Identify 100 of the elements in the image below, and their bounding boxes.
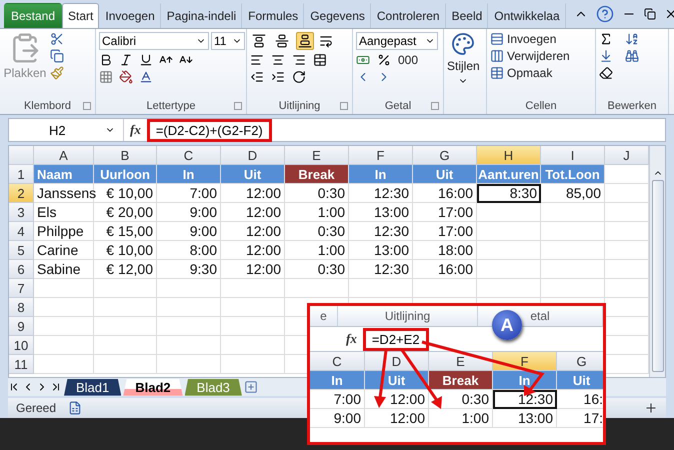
- fill-icon[interactable]: [599, 48, 613, 63]
- sheet-view-icon[interactable]: [68, 401, 82, 416]
- font-color-icon[interactable]: [139, 70, 153, 84]
- styles-button[interactable]: Stijlen: [447, 58, 480, 73]
- styles-icon[interactable]: [451, 32, 476, 56]
- scrollbar-thumb[interactable]: [652, 180, 664, 372]
- wrap-text-icon[interactable]: [319, 34, 333, 48]
- table-cell: Els: [34, 203, 94, 222]
- font-name-dropdown[interactable]: Calibri: [99, 32, 209, 50]
- column-header[interactable]: C: [157, 146, 221, 166]
- help-icon[interactable]: [596, 4, 614, 23]
- table-cell: Carine: [34, 241, 94, 260]
- empty-cell: [94, 336, 157, 356]
- table-cell: 8:00: [157, 241, 221, 260]
- fill-color-icon[interactable]: [119, 70, 133, 84]
- column-header[interactable]: J: [605, 146, 649, 166]
- sort-filter-icon[interactable]: [625, 32, 639, 46]
- group-label: Getal: [353, 97, 443, 114]
- row-header[interactable]: 3: [9, 203, 34, 222]
- bold-icon[interactable]: [99, 52, 113, 67]
- underline-icon[interactable]: [139, 52, 153, 67]
- cells-command[interactable]: Opmaak: [507, 66, 552, 80]
- column-header[interactable]: D: [221, 146, 285, 166]
- find-icon[interactable]: [625, 48, 639, 63]
- row-header[interactable]: 10: [9, 336, 34, 356]
- new-sheet-icon[interactable]: [244, 380, 258, 394]
- clear-icon[interactable]: [599, 66, 613, 80]
- percent-icon[interactable]: [377, 52, 391, 67]
- row-header[interactable]: 8: [9, 298, 34, 318]
- zoom-in-icon[interactable]: [644, 401, 658, 416]
- orientation-icon[interactable]: [292, 70, 306, 84]
- empty-cell: [477, 203, 541, 222]
- row-header[interactable]: 11: [9, 355, 34, 374]
- table-cell: 9:30: [157, 260, 221, 280]
- row-header[interactable]: 7: [9, 279, 34, 298]
- last-sheet-icon[interactable]: [50, 381, 62, 394]
- file-tab[interactable]: Bestand: [4, 2, 62, 28]
- format-painter-icon[interactable]: [50, 66, 64, 80]
- align-center-icon[interactable]: [271, 52, 285, 67]
- column-header[interactable]: E: [285, 146, 349, 166]
- name-box[interactable]: H2: [9, 119, 124, 142]
- number-format-dropdown[interactable]: Aangepast: [356, 32, 438, 50]
- cells-command[interactable]: Invoegen: [507, 32, 556, 46]
- restore-icon[interactable]: [644, 8, 656, 20]
- first-sheet-icon[interactable]: [8, 381, 20, 394]
- row-header[interactable]: 4: [9, 222, 34, 242]
- row-header[interactable]: 5: [9, 241, 34, 260]
- table-cell: 8:30: [477, 184, 541, 204]
- ribbon-tab[interactable]: Start: [62, 2, 100, 28]
- borders-icon[interactable]: [99, 70, 113, 84]
- formula-text[interactable]: =D2+E2: [362, 328, 429, 350]
- align-left-icon[interactable]: [250, 52, 264, 67]
- align-top-icon[interactable]: [252, 34, 266, 48]
- header-cell: In: [157, 165, 221, 184]
- table-cell: 16:: [557, 390, 603, 409]
- function-label[interactable]: fx: [340, 331, 363, 347]
- increase-indent-icon[interactable]: [271, 70, 285, 84]
- header-cell: In: [310, 371, 365, 390]
- callout-badge: A: [492, 310, 522, 340]
- column-header: E: [429, 352, 493, 371]
- table-cell: € 15,00: [94, 222, 157, 242]
- function-label[interactable]: fx: [124, 122, 147, 138]
- sheet-tab[interactable]: Blad1: [64, 378, 122, 396]
- group-label: Klembord: [0, 97, 95, 114]
- row-header[interactable]: 1: [9, 165, 34, 184]
- column-header[interactable]: G: [413, 146, 477, 166]
- status-text: Gereed: [16, 401, 56, 416]
- sheet-tab[interactable]: Blad2: [123, 378, 183, 396]
- empty-cell: [94, 317, 157, 336]
- header-cell: Uurloon: [94, 165, 157, 184]
- column-header: C: [310, 352, 365, 371]
- table-cell: 7:00: [157, 184, 221, 204]
- formula-text[interactable]: =(D2-C2)+(G2-F2): [146, 118, 272, 142]
- insert-cells-icon[interactable]: [490, 32, 504, 46]
- column-header: G: [557, 352, 603, 371]
- header-cell: Uit: [221, 165, 285, 184]
- align-bottom-icon[interactable]: [298, 34, 312, 48]
- row-header[interactable]: 9: [9, 317, 34, 336]
- sheet-tab[interactable]: Blad3: [184, 378, 242, 396]
- autosum-icon[interactable]: [599, 32, 613, 46]
- thousands-button[interactable]: 000: [398, 52, 418, 67]
- align-right-icon[interactable]: [292, 52, 306, 67]
- row-header[interactable]: 2: [9, 184, 34, 204]
- column-header[interactable]: I: [541, 146, 605, 166]
- column-header[interactable]: B: [94, 146, 157, 166]
- column-header[interactable]: H: [477, 146, 541, 166]
- italic-icon[interactable]: [119, 52, 133, 67]
- column-header[interactable]: F: [349, 146, 413, 166]
- font-size-dropdown[interactable]: 11: [211, 32, 245, 50]
- decrease-indent-icon[interactable]: [250, 70, 264, 84]
- copy-icon[interactable]: [50, 48, 64, 63]
- column-header[interactable]: A: [34, 146, 94, 166]
- align-middle-icon[interactable]: [275, 34, 289, 48]
- cut-icon[interactable]: [50, 32, 64, 46]
- format-cells-icon[interactable]: [490, 66, 504, 80]
- row-header[interactable]: 6: [9, 260, 34, 280]
- table-cell: 13:00: [349, 241, 413, 260]
- table-cell: 12:30: [349, 260, 413, 280]
- delete-cells-icon[interactable]: [490, 48, 504, 63]
- cells-command[interactable]: Verwijderen: [507, 48, 570, 63]
